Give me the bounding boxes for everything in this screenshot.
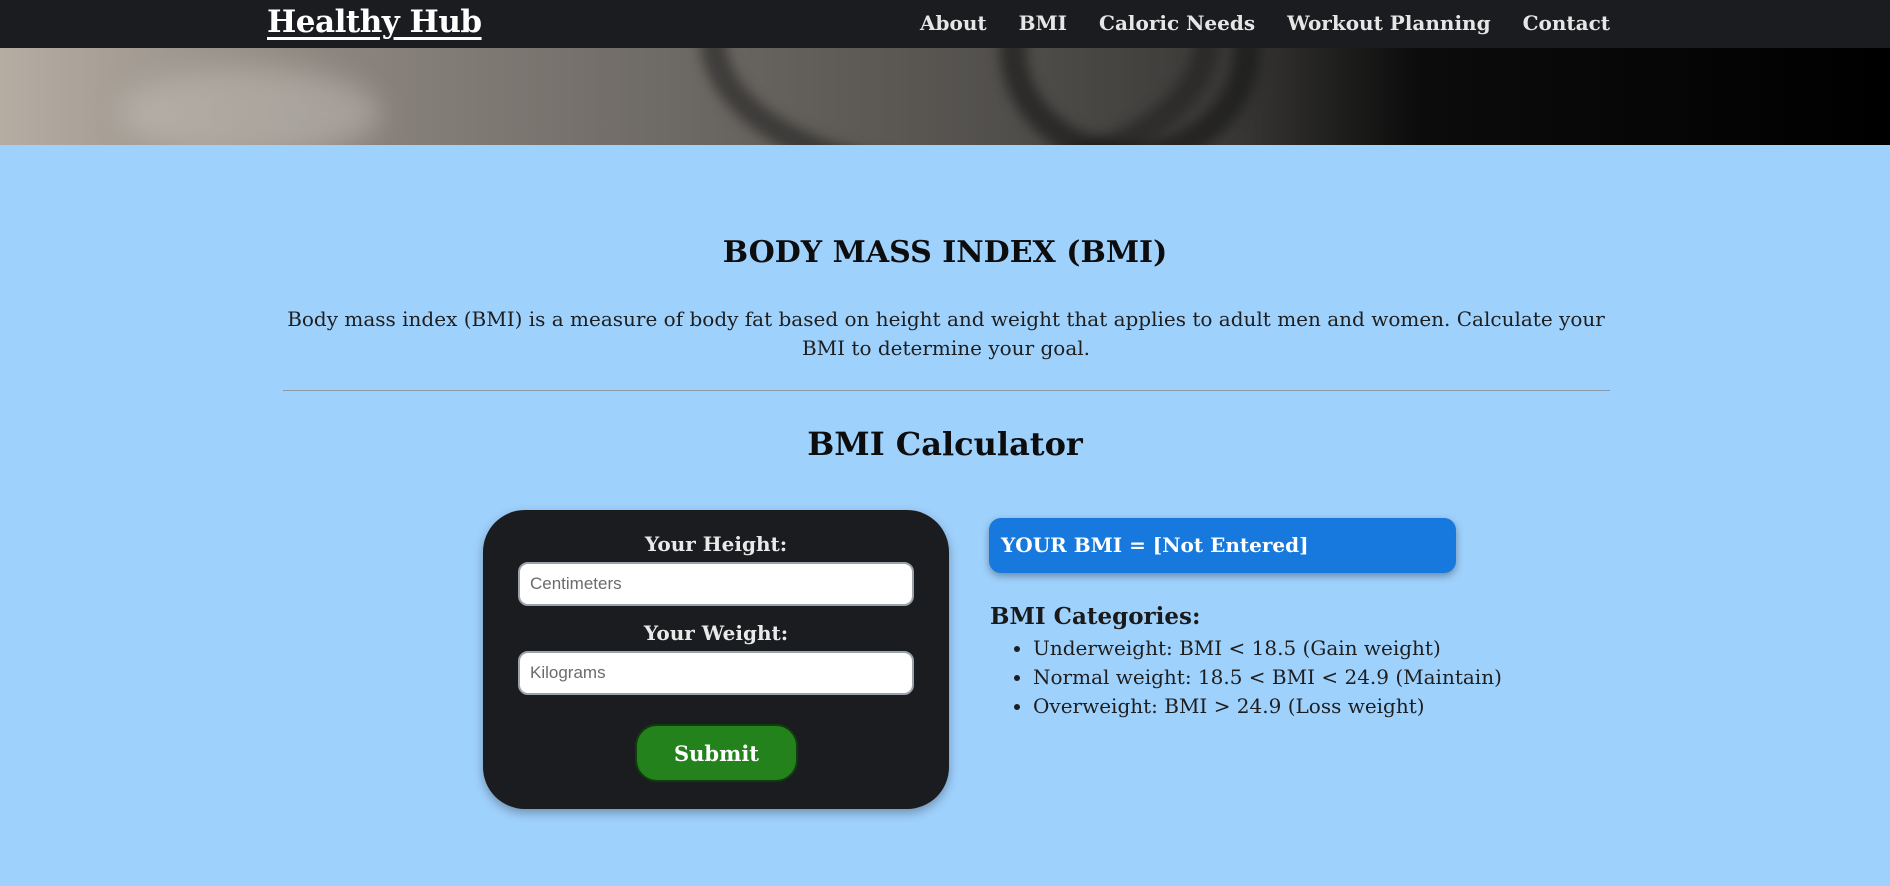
calculator-title: BMI Calculator — [807, 425, 1083, 463]
height-label: Your Height: — [644, 532, 788, 556]
list-item: Normal weight: 18.5 < BMI < 24.9 (Mainta… — [1033, 663, 1502, 692]
navbar: Healthy Hub About BMI Caloric Needs Work… — [0, 0, 1890, 48]
intro-description: Body mass index (BMI) is a measure of bo… — [287, 307, 1605, 360]
nav-link-caloric-needs[interactable]: Caloric Needs — [1099, 11, 1255, 35]
brand-logo[interactable]: Healthy Hub — [267, 4, 482, 40]
bmi-categories-title: BMI Categories: — [990, 603, 1201, 630]
weight-input[interactable] — [518, 651, 914, 695]
nav-link-workout-planning[interactable]: Workout Planning — [1287, 11, 1490, 35]
hero-shape — [1000, 48, 1260, 145]
submit-button[interactable]: Submit — [635, 724, 798, 782]
bmi-categories-list: Underweight: BMI < 18.5 (Gain weight) No… — [990, 634, 1502, 721]
section-divider — [283, 390, 1610, 391]
hero-banner-image — [0, 48, 1890, 145]
nav-links: About BMI Caloric Needs Workout Planning… — [920, 11, 1610, 35]
nav-link-bmi[interactable]: BMI — [1019, 11, 1067, 35]
bmi-calculator-form: Your Height: Your Weight: Submit — [483, 510, 949, 809]
list-item: Overweight: BMI > 24.9 (Loss weight) — [1033, 692, 1502, 721]
bmi-result: YOUR BMI = [Not Entered] — [989, 518, 1456, 573]
list-item: Underweight: BMI < 18.5 (Gain weight) — [1033, 634, 1502, 663]
hero-highlight — [120, 68, 380, 145]
nav-link-about[interactable]: About — [920, 11, 987, 35]
page-title: BODY MASS INDEX (BMI) — [722, 235, 1168, 270]
weight-label: Your Weight: — [643, 621, 789, 645]
nav-link-contact[interactable]: Contact — [1523, 11, 1610, 35]
height-input[interactable] — [518, 562, 914, 606]
